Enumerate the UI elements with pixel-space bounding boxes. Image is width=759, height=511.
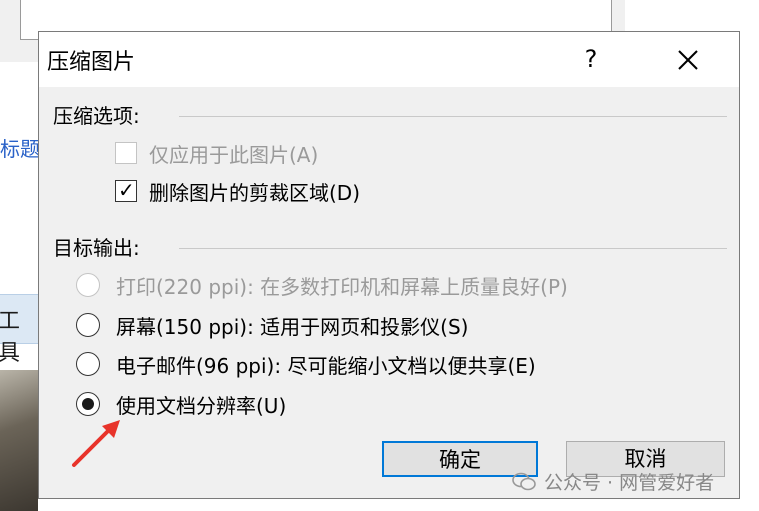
radio-selected-dot [82,398,94,410]
watermark-text: 公众号 · 网管爱好者 [544,472,715,494]
delete-cropped-areas-checkbox[interactable]: ✓ [115,178,137,202]
background-tools-label: 工具 [0,309,21,366]
annotation-arrow-icon [72,420,120,467]
output-screen-label: 屏幕(150 ppi): 适用于网页和投影仪(S) [116,314,469,339]
group-divider [179,116,727,117]
close-icon [678,49,698,70]
output-print-label: 打印(220 ppi): 在多数打印机和屏幕上质量良好(P) [116,274,568,299]
output-print-radio[interactable] [76,273,100,297]
output-screen-option[interactable]: 屏幕(150 ppi): 适用于网页和投影仪(S) [76,310,468,340]
compress-pictures-dialog: 压缩图片 ? 压缩选项: 仅应用于此图片(A) ✓ 删除图片的剪裁区域(D) 目… [38,31,740,499]
wechat-icon [512,472,536,490]
group-divider [179,248,727,249]
background-image [0,370,38,511]
background-partial-label: 标题 [0,137,38,161]
delete-cropped-areas-label: 删除图片的剪裁区域(D) [149,180,361,205]
target-output-group-title: 目标输出: [53,236,140,260]
output-document-resolution-label: 使用文档分辨率(U) [116,393,287,418]
help-button[interactable]: ? [569,38,613,80]
apply-to-this-picture-option[interactable]: 仅应用于此图片(A) [115,138,318,168]
output-document-resolution-radio[interactable] [76,392,100,416]
checkmark-icon: ✓ [118,178,135,202]
dialog-titlebar: 压缩图片 ? [39,32,739,87]
delete-cropped-areas-option[interactable]: ✓ 删除图片的剪裁区域(D) [115,176,360,206]
apply-to-this-picture-label: 仅应用于此图片(A) [149,142,319,167]
compress-options-group-title: 压缩选项: [53,104,140,128]
dialog-title: 压缩图片 [47,50,136,75]
close-button[interactable] [663,38,713,80]
output-print-option[interactable]: 打印(220 ppi): 在多数打印机和屏幕上质量良好(P) [76,270,568,300]
output-email-option[interactable]: 电子邮件(96 ppi): 尽可能缩小文档以便共享(E) [76,349,536,379]
output-screen-radio[interactable] [76,313,100,337]
output-email-label: 电子邮件(96 ppi): 尽可能缩小文档以便共享(E) [116,353,536,378]
background-right-edge [741,0,759,511]
output-email-radio[interactable] [76,352,100,376]
watermark: 公众号 · 网管爱好者 [512,468,714,495]
output-document-resolution-option[interactable]: 使用文档分辨率(U) [76,389,286,419]
background-tools-tab: 工具 [0,294,38,366]
apply-to-this-picture-checkbox[interactable] [115,142,137,164]
